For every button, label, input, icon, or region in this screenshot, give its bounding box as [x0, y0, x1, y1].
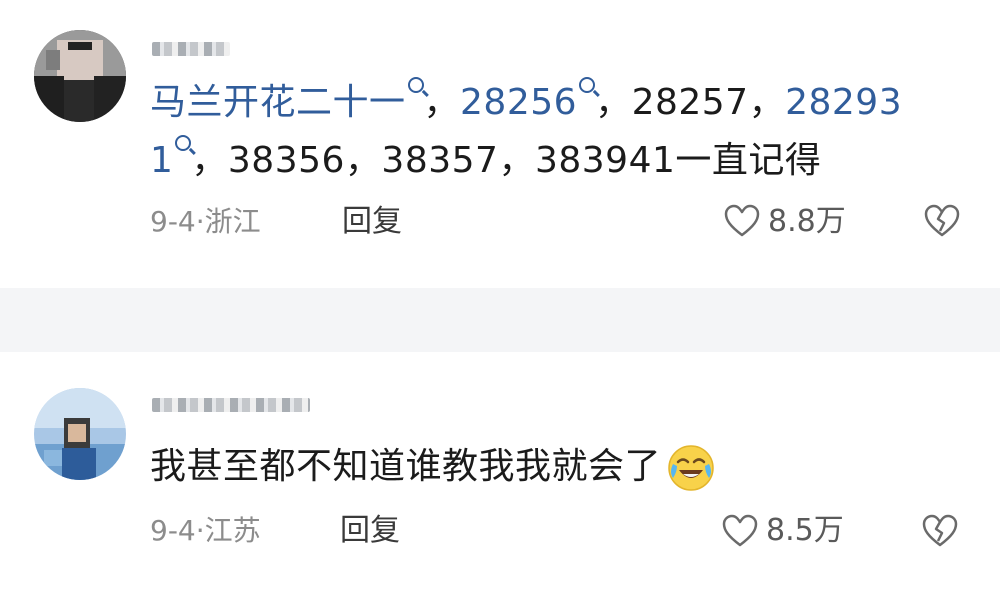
like-button[interactable]: [724, 204, 760, 242]
search-icon: [175, 135, 192, 151]
avatar-image: [34, 388, 126, 480]
heart-outline-icon: [722, 514, 758, 547]
comment-meta: 9-4·浙江: [150, 205, 261, 238]
avatar[interactable]: [34, 388, 126, 480]
comment-card-1: 一川 马兰开花二十一，28256，28257，282931，38356，3835…: [0, 0, 1000, 288]
comment-meta: 9-4·江苏: [150, 514, 261, 547]
reply-button[interactable]: 回复: [342, 202, 402, 242]
like-count: 8.8万: [768, 204, 846, 239]
avatar-image: [34, 30, 126, 122]
search-icon: [407, 77, 424, 93]
search-link-2[interactable]: 28256: [460, 77, 596, 123]
comment-date: 9-4: [150, 514, 196, 547]
comment-location: 浙江: [204, 205, 261, 238]
dislike-button[interactable]: [922, 514, 958, 552]
crying-laughing-emoji-icon: [668, 445, 714, 491]
search-icon: [579, 77, 596, 93]
author-name-blurred[interactable]: [152, 398, 310, 412]
comment-text: 马兰开花二十一 ，28256 ，28257，28293 1 ，38356，38357，3…: [150, 74, 970, 190]
like-count: 8.5万: [766, 513, 844, 548]
reply-button[interactable]: 回复: [340, 511, 400, 551]
dislike-button[interactable]: [924, 204, 960, 242]
broken-heart-icon: [924, 204, 960, 237]
avatar[interactable]: [34, 30, 126, 122]
author-name-blurred[interactable]: [152, 42, 230, 56]
heart-outline-icon: [724, 204, 760, 237]
comment-card-2: 我甚至都不知道谁教我我就会了 9-4·江苏 回复 8.5万: [0, 352, 1000, 613]
like-button[interactable]: [722, 514, 758, 552]
broken-heart-icon: [922, 514, 958, 547]
comment-location: 江苏: [204, 514, 261, 547]
search-link-1[interactable]: 马兰开花二十一: [150, 77, 424, 123]
comment-date: 9-4: [150, 205, 196, 238]
comment-text: 我甚至都不知道谁教我我就会了: [150, 438, 970, 496]
